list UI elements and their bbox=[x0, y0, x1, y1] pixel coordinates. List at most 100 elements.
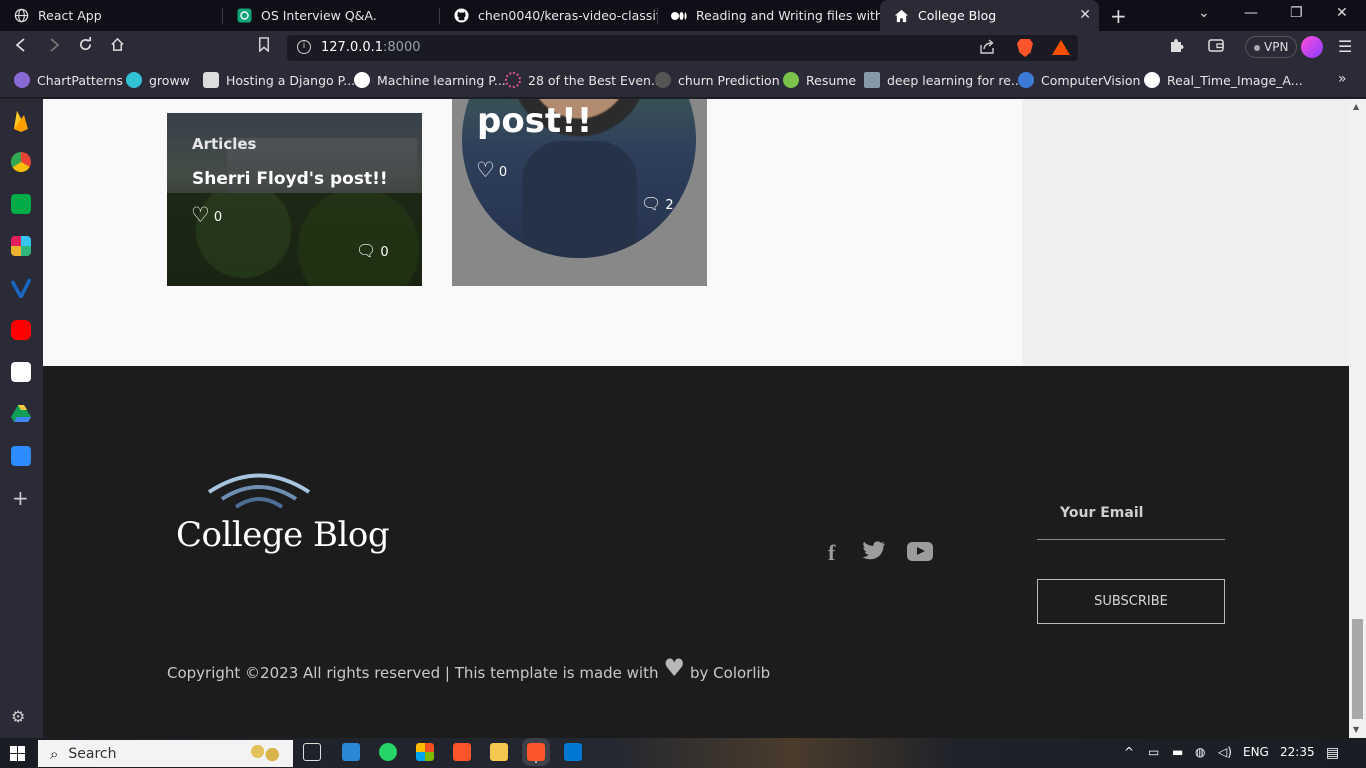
network-icon[interactable]: ◍ bbox=[1195, 745, 1205, 759]
like-button[interactable]: ♡ 0 bbox=[476, 158, 507, 182]
slack-icon[interactable] bbox=[11, 236, 31, 256]
site-info-icon[interactable]: i bbox=[297, 40, 311, 54]
scrollbar-thumb[interactable] bbox=[1352, 619, 1363, 719]
vuetify-icon[interactable] bbox=[10, 278, 32, 301]
bookmark-icon[interactable] bbox=[258, 37, 270, 56]
browser-toolbar: i 127.0.0.1:8000 VPN ☰ bbox=[0, 31, 1366, 64]
google-drive-icon[interactable] bbox=[11, 404, 31, 424]
brave-shields-icon[interactable] bbox=[1017, 39, 1033, 57]
email-input[interactable]: Your Email bbox=[1060, 505, 1143, 521]
microsoft-store-icon[interactable] bbox=[416, 743, 434, 761]
back-icon[interactable] bbox=[14, 37, 28, 56]
brave-sidebar: + ⚙ bbox=[0, 99, 43, 738]
vpn-button[interactable]: VPN bbox=[1245, 36, 1298, 58]
college-blog-logo[interactable]: College Blog bbox=[174, 467, 390, 567]
post-category[interactable]: Articles bbox=[192, 135, 256, 153]
tray-chevron-icon[interactable]: ^ bbox=[1124, 745, 1134, 759]
page-scrollbar[interactable]: ▲ ▼ bbox=[1349, 99, 1366, 738]
meet-now-icon[interactable]: ▭ bbox=[1148, 745, 1159, 759]
windows-taskbar: ⌕ Search ^ ▭ ▬ ◍ ◁) ENG 22:35 ▤ bbox=[0, 738, 1366, 768]
logo-text: College Blog bbox=[176, 515, 390, 555]
github-icon bbox=[453, 8, 469, 24]
like-count: 0 bbox=[213, 210, 223, 225]
task-view-icon[interactable] bbox=[303, 743, 321, 761]
scroll-up-icon[interactable]: ▲ bbox=[1353, 102, 1359, 111]
post-title[interactable]: post!! bbox=[477, 101, 592, 141]
windows-start-icon[interactable] bbox=[10, 746, 25, 761]
chrome-icon[interactable] bbox=[11, 152, 31, 172]
whatsapp-icon[interactable] bbox=[379, 743, 397, 761]
clock[interactable]: 22:35 bbox=[1280, 745, 1315, 759]
tab-os-interview[interactable]: OS Interview Q&A. bbox=[223, 0, 440, 31]
home-icon[interactable] bbox=[110, 37, 125, 56]
copyright-text: Copyright ©2023 All rights reserved | Th… bbox=[167, 654, 771, 682]
post-title[interactable]: Sherri Floyd's post!! bbox=[192, 169, 388, 189]
bookmark-machine-learning[interactable]: Machine learning P... bbox=[354, 72, 506, 88]
profile-avatar[interactable] bbox=[1301, 36, 1323, 58]
tab-react-app[interactable]: React App bbox=[0, 0, 223, 31]
twitter-icon[interactable] bbox=[862, 541, 886, 565]
post-card[interactable]: Articles Sherri Floyd's post!! ♡ 0 🗨 0 bbox=[167, 113, 422, 286]
battery-icon[interactable]: ▬ bbox=[1172, 745, 1183, 759]
wifi-logo-icon bbox=[207, 473, 311, 509]
wallet-icon[interactable] bbox=[1208, 37, 1224, 56]
like-button[interactable]: ♡ 0 bbox=[191, 205, 223, 226]
tab-search-chevron-icon[interactable]: ⌄ bbox=[1198, 5, 1210, 21]
firebase-icon[interactable] bbox=[11, 110, 31, 132]
scroll-down-icon[interactable]: ▼ bbox=[1353, 725, 1359, 734]
file-explorer-icon[interactable] bbox=[490, 743, 508, 761]
brave-active-icon[interactable] bbox=[522, 738, 550, 766]
bookmark-hosting-django[interactable]: Hosting a Django P... bbox=[203, 72, 355, 88]
bookmark-churn-prediction[interactable]: churn Prediction bbox=[655, 72, 780, 88]
bookmark-real-time-image[interactable]: Real_Time_Image_A... bbox=[1144, 72, 1303, 88]
volume-icon[interactable]: ◁) bbox=[1218, 745, 1232, 759]
bookmark-groww[interactable]: groww bbox=[126, 72, 190, 88]
close-tab-icon[interactable]: ✕ bbox=[1079, 7, 1091, 23]
tab-reading-writing-files[interactable]: Reading and Writing files with Goo bbox=[658, 0, 880, 31]
restore-icon[interactable]: ❐ bbox=[1290, 5, 1303, 21]
tab-github-keras[interactable]: chen0040/keras-video-classifier: Ke bbox=[440, 0, 658, 31]
zoom-icon[interactable] bbox=[11, 446, 31, 466]
tab-title: Reading and Writing files with Goo bbox=[696, 8, 880, 23]
bookmark-chartpatterns[interactable]: ChartPatterns bbox=[14, 72, 123, 88]
google-meet-icon[interactable] bbox=[11, 194, 31, 214]
mail-icon[interactable] bbox=[342, 743, 360, 761]
youtube-icon[interactable] bbox=[11, 320, 31, 340]
address-bar[interactable]: i 127.0.0.1:8000 bbox=[287, 35, 1078, 61]
share-icon[interactable] bbox=[979, 39, 995, 58]
comment-button[interactable]: 🗨 0 bbox=[356, 241, 389, 260]
bookmark-resume[interactable]: Resume bbox=[783, 72, 856, 88]
taskbar-search[interactable]: ⌕ Search bbox=[38, 740, 293, 767]
brave-icon[interactable] bbox=[453, 743, 471, 761]
bookmark-best-events[interactable]: 28 of the Best Even... bbox=[505, 72, 663, 88]
new-tab-icon[interactable]: + bbox=[1110, 4, 1127, 28]
extensions-icon[interactable] bbox=[1168, 37, 1184, 57]
minimize-icon[interactable]: — bbox=[1244, 5, 1258, 21]
browser-tab-strip: React App OS Interview Q&A. chen0040/ker… bbox=[0, 0, 1366, 31]
close-window-icon[interactable]: ✕ bbox=[1336, 5, 1348, 21]
reload-icon[interactable] bbox=[78, 37, 93, 56]
add-sidebar-item-icon[interactable]: + bbox=[12, 486, 29, 510]
more-bookmarks-icon[interactable]: » bbox=[1338, 71, 1347, 87]
page-sidebar bbox=[1022, 99, 1349, 366]
vscode-icon[interactable] bbox=[564, 743, 582, 761]
menu-icon[interactable]: ☰ bbox=[1338, 37, 1352, 56]
forward-icon[interactable] bbox=[47, 37, 61, 56]
heart-outline-icon: ♡ bbox=[476, 158, 495, 182]
tab-title: chen0040/keras-video-classifier: Ke bbox=[478, 8, 658, 23]
page-viewport: Articles Sherri Floyd's post!! ♡ 0 🗨 0 pos… bbox=[43, 99, 1349, 738]
bookmark-computervision[interactable]: ComputerVision bbox=[1018, 72, 1140, 88]
facebook-icon[interactable]: f bbox=[828, 540, 835, 566]
colorlib-link[interactable]: by Colorlib bbox=[690, 664, 770, 682]
notifications-icon[interactable]: ▤ bbox=[1326, 745, 1339, 761]
post-card[interactable]: post!! ♡ 0 🗨 2 bbox=[452, 99, 707, 286]
comment-button[interactable]: 🗨 2 bbox=[641, 194, 674, 213]
sidebar-settings-icon[interactable]: ⚙ bbox=[11, 707, 25, 726]
subscribe-button[interactable]: SUBSCRIBE bbox=[1037, 579, 1225, 624]
clickup-icon[interactable] bbox=[11, 362, 31, 382]
youtube-icon[interactable] bbox=[907, 542, 933, 561]
tab-college-blog[interactable]: College Blog ✕ bbox=[880, 0, 1099, 31]
brave-rewards-icon[interactable] bbox=[1052, 40, 1070, 55]
language-indicator[interactable]: ENG bbox=[1243, 745, 1269, 759]
bookmark-deep-learning[interactable]: deep learning for re... bbox=[864, 72, 1023, 88]
